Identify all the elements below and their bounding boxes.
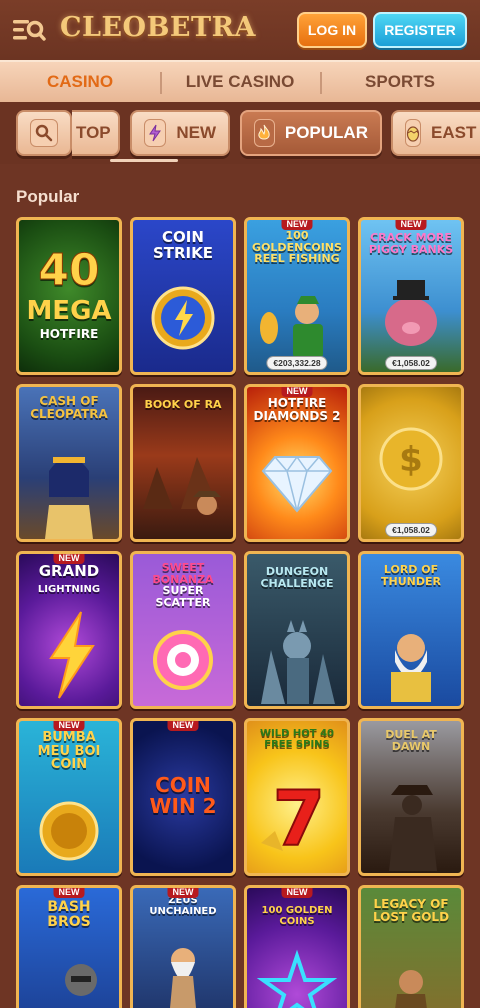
- top-header: CLEOBETRA LOG IN REGISTER: [0, 0, 480, 60]
- brand-logo[interactable]: CLEOBETRA: [60, 12, 256, 43]
- game-tile[interactable]: NEW GRAND LIGHTNING: [16, 551, 122, 709]
- game-title: COIN WIN 2: [149, 773, 217, 818]
- game-title: 40: [38, 245, 100, 296]
- cowboy-icon: [389, 785, 437, 871]
- game-tile[interactable]: NEW 100 GOLDENCOINS REEL FISHING €203,332.…: [244, 217, 350, 375]
- game-tile[interactable]: LEGACY OF LOST GOLD: [358, 885, 464, 1008]
- category-top-label: TOP: [76, 123, 111, 142]
- explorer-icon: [143, 457, 221, 515]
- star-icon: [256, 949, 338, 1008]
- tab-sports[interactable]: SPORTS: [320, 62, 480, 102]
- category-bar: TOP NEW POPULAR EAST: [0, 102, 480, 164]
- zeus-figure-icon: [170, 948, 196, 1008]
- lightning-bolt-icon: [49, 611, 95, 699]
- zeus-icon: [391, 634, 431, 702]
- wolf-warriors-icon: [261, 620, 335, 704]
- new-badge: NEW: [167, 888, 199, 898]
- search-icon: [30, 119, 58, 147]
- game-tile[interactable]: NEW 100 GOLDEN COINS: [244, 885, 350, 1008]
- lucky-seven-icon: 7: [261, 773, 326, 864]
- category-top[interactable]: TOP: [72, 110, 120, 156]
- game-tile[interactable]: NEW ZEUS UNCHAINED: [130, 885, 236, 1008]
- game-tile[interactable]: $ €1,058.02: [358, 384, 464, 542]
- easter-egg-icon: [405, 119, 421, 147]
- section-tabs: CASINO LIVE CASINO SPORTS: [0, 60, 480, 102]
- game-grid: 40 MEGA HOTFIRE COIN STRIKE NEW 100 GOLDEN…: [16, 217, 464, 1008]
- candy-icon: [153, 630, 213, 690]
- game-tile[interactable]: NEW CRACK MORE PIGGY BANKS €1,058.02: [358, 217, 464, 375]
- flame-icon: [254, 119, 275, 147]
- game-tile[interactable]: 40 MEGA HOTFIRE: [16, 217, 122, 375]
- new-badge: NEW: [167, 721, 199, 731]
- game-tile[interactable]: WILD HOT 40 FREE SPINS 7: [244, 718, 350, 876]
- raccoon-icon: [65, 964, 97, 996]
- game-tile[interactable]: NEW HOTFIRE DIAMONDS 2: [244, 384, 350, 542]
- game-tile[interactable]: DUNGEON CHALLENGE: [244, 551, 350, 709]
- jackpot-amount: €1,058.02: [385, 356, 437, 370]
- new-badge: NEW: [53, 554, 85, 564]
- new-badge: NEW: [53, 721, 85, 731]
- game-tile[interactable]: DUEL AT DAWN: [358, 718, 464, 876]
- lightning-icon: [144, 119, 167, 147]
- game-tile[interactable]: SWEET BONANZA SUPER SCATTER: [130, 551, 236, 709]
- category-easter[interactable]: EAST: [391, 110, 480, 156]
- new-badge: NEW: [395, 220, 427, 230]
- game-tile[interactable]: COIN STRIKE: [130, 217, 236, 375]
- menu-search-icon[interactable]: [12, 16, 46, 44]
- piggy-bank-icon: [385, 280, 437, 346]
- category-new[interactable]: NEW: [130, 110, 230, 156]
- category-popular[interactable]: POPULAR: [240, 110, 382, 156]
- jackpot-amount: €203,332.28: [266, 356, 328, 370]
- tab-live-casino[interactable]: LIVE CASINO: [160, 62, 320, 102]
- category-easter-label: EAST: [431, 123, 477, 142]
- game-title: MEGA: [26, 296, 112, 326]
- new-badge: NEW: [281, 387, 313, 397]
- adventurer-icon: [395, 970, 427, 1008]
- category-popular-label: POPULAR: [284, 123, 368, 142]
- game-tile[interactable]: NEW BUMBA MEU BOI COIN: [16, 718, 122, 876]
- new-badge: NEW: [281, 220, 313, 230]
- game-tile[interactable]: BOOK OF RA: [130, 384, 236, 542]
- register-button[interactable]: REGISTER: [373, 12, 467, 48]
- diamond-icon: [261, 455, 333, 513]
- tab-casino[interactable]: CASINO: [0, 62, 160, 102]
- new-badge: NEW: [281, 888, 313, 898]
- game-tile[interactable]: LORD OF THUNDER: [358, 551, 464, 709]
- game-tile[interactable]: NEW BASH BROS: [16, 885, 122, 1008]
- jackpot-amount: €1,058.02: [385, 523, 437, 537]
- svg-text:$: $: [399, 440, 423, 480]
- login-button[interactable]: LOG IN: [297, 12, 367, 48]
- cleopatra-icon: [45, 457, 93, 539]
- lightning-coin-icon: [151, 286, 215, 350]
- dollar-coin-icon: $: [379, 427, 443, 491]
- new-badge: NEW: [53, 888, 85, 898]
- gold-coin-icon: [39, 801, 99, 861]
- section-title: Popular: [16, 187, 80, 206]
- game-tile[interactable]: CASH OF CLEOPATRA: [16, 384, 122, 542]
- game-title: HOTFIRE: [39, 327, 99, 341]
- game-tile[interactable]: NEW COIN WIN 2: [130, 718, 236, 876]
- fisherman-icon: [260, 296, 323, 358]
- category-scroll-indicator: [110, 159, 178, 162]
- category-new-label: NEW: [176, 123, 216, 142]
- category-search[interactable]: [16, 110, 72, 156]
